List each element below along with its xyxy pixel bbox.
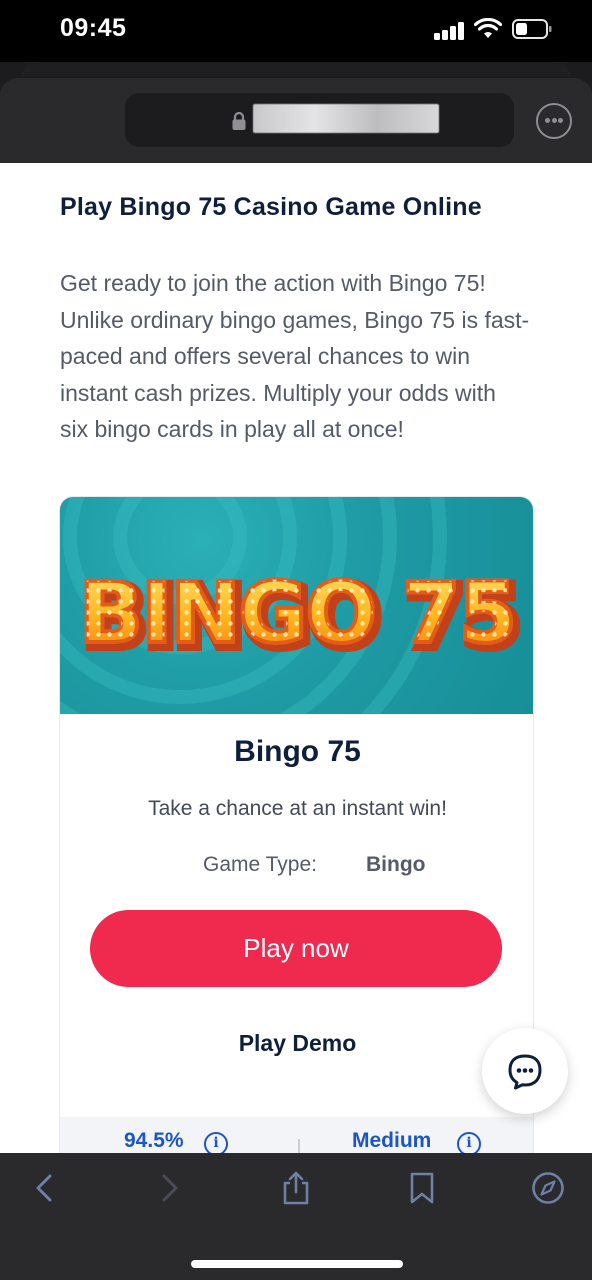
chat-bubble-icon — [508, 1054, 542, 1090]
game-tagline: Take a chance at an instant win! — [148, 797, 447, 820]
bingo-75-logo: BINGO 75 BINGO 75 BINGO 75 — [77, 562, 526, 671]
volatility-value: Medium — [352, 1129, 432, 1152]
play-demo-link[interactable]: Play Demo — [60, 1030, 533, 1057]
wifi-icon — [474, 18, 502, 38]
url-text-redacted — [253, 104, 439, 133]
svg-text:BINGO 75: BINGO 75 — [79, 564, 515, 662]
game-type-value: Bingo — [366, 853, 426, 876]
game-card: BINGO 75 BINGO 75 BINGO 75 Bingo 75 Take… — [59, 496, 534, 1153]
web-page: Play Bingo 75 Casino Game Online Get rea… — [0, 163, 592, 1153]
home-indicator[interactable] — [191, 1260, 403, 1268]
more-options-button[interactable] — [536, 103, 572, 139]
back-icon[interactable] — [28, 1171, 62, 1205]
chat-button[interactable] — [482, 1028, 568, 1114]
stats-divider — [298, 1139, 300, 1153]
battery-icon — [512, 19, 552, 39]
play-now-button[interactable]: Play now — [90, 910, 502, 987]
lock-icon — [232, 111, 246, 130]
rtp-info-icon[interactable]: i — [204, 1132, 228, 1153]
game-banner[interactable]: BINGO 75 BINGO 75 BINGO 75 — [60, 497, 533, 714]
share-icon[interactable] — [279, 1171, 313, 1205]
game-name: Bingo 75 — [234, 735, 361, 768]
bookmarks-icon[interactable] — [405, 1171, 439, 1205]
status-time: 09:45 — [60, 14, 127, 42]
game-stats-row: 94.5% i Medium i — [60, 1117, 533, 1153]
address-bar[interactable] — [125, 93, 514, 147]
tab-stack-background — [22, 62, 570, 76]
intro-paragraph: Get ready to join the action with Bingo … — [60, 270, 530, 442]
forward-icon[interactable] — [152, 1171, 186, 1205]
page-title: Play Bingo 75 Casino Game Online — [60, 193, 482, 221]
game-type-label: Game Type: — [203, 853, 318, 876]
status-bar: 09:45 — [0, 0, 592, 62]
rtp-value: 94.5% — [124, 1129, 184, 1152]
compass-icon[interactable] — [531, 1171, 565, 1205]
volatility-info-icon[interactable]: i — [457, 1132, 481, 1153]
cellular-signal-icon — [434, 22, 466, 40]
